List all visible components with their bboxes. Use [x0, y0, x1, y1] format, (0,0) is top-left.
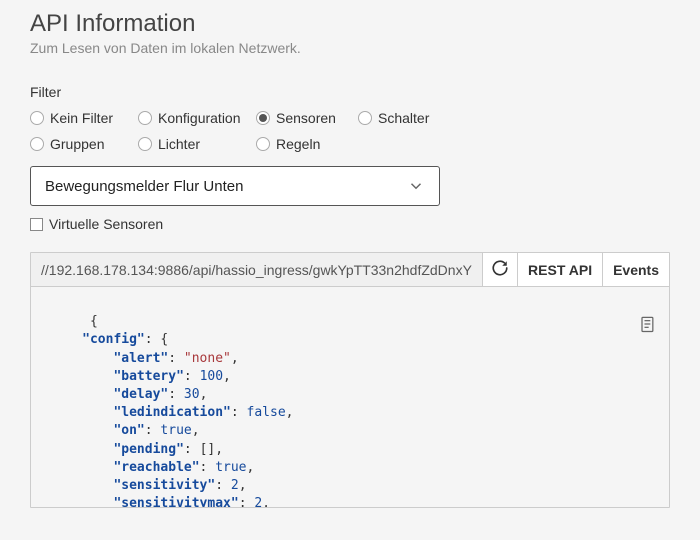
radio-icon [138, 111, 152, 125]
filter-radio-kein-filter[interactable]: Kein Filter [30, 110, 138, 126]
filter-radio-gruppen[interactable]: Gruppen [30, 136, 138, 152]
radio-label: Gruppen [50, 136, 104, 152]
filter-radio-regeln[interactable]: Regeln [256, 136, 358, 152]
filter-radio-konfiguration[interactable]: Konfiguration [138, 110, 256, 126]
events-tab[interactable]: Events [603, 253, 669, 286]
radio-label: Sensoren [276, 110, 336, 126]
refresh-icon [491, 259, 509, 280]
radio-icon [30, 137, 44, 151]
radio-icon [358, 111, 372, 125]
copy-icon[interactable] [574, 295, 657, 360]
virtual-sensors-checkbox[interactable] [30, 218, 43, 231]
sensor-select[interactable]: Bewegungsmelder Flur Unten [30, 166, 440, 206]
chevron-down-icon [407, 177, 425, 195]
filter-radio-sensoren[interactable]: Sensoren [256, 110, 358, 126]
radio-label: Konfiguration [158, 110, 241, 126]
filter-radio-group: Kein Filter Konfiguration Sensoren Schalter… [30, 110, 670, 152]
radio-label: Regeln [276, 136, 320, 152]
refresh-button[interactable] [483, 253, 518, 286]
filter-radio-schalter[interactable]: Schalter [358, 110, 448, 126]
radio-icon [138, 137, 152, 151]
page-title: API Information [30, 10, 670, 38]
filter-label: Filter [30, 84, 670, 100]
radio-label: Schalter [378, 110, 429, 126]
virtual-sensors-label: Virtuelle Sensoren [49, 216, 163, 232]
radio-label: Lichter [158, 136, 200, 152]
api-url-field[interactable]: //192.168.178.134:9886/api/hassio_ingres… [31, 253, 483, 286]
radio-icon [256, 111, 270, 125]
radio-icon [30, 111, 44, 125]
filter-radio-lichter[interactable]: Lichter [138, 136, 256, 152]
page-subtitle: Zum Lesen von Daten im lokalen Netzwerk. [30, 40, 670, 56]
radio-label: Kein Filter [50, 110, 113, 126]
rest-api-tab[interactable]: REST API [518, 253, 603, 286]
sensor-select-value: Bewegungsmelder Flur Unten [45, 178, 243, 195]
api-response-body: { "config": { "alert": "none", "battery"… [31, 287, 669, 507]
api-panel: //192.168.178.134:9886/api/hassio_ingres… [30, 252, 670, 508]
radio-icon [256, 137, 270, 151]
